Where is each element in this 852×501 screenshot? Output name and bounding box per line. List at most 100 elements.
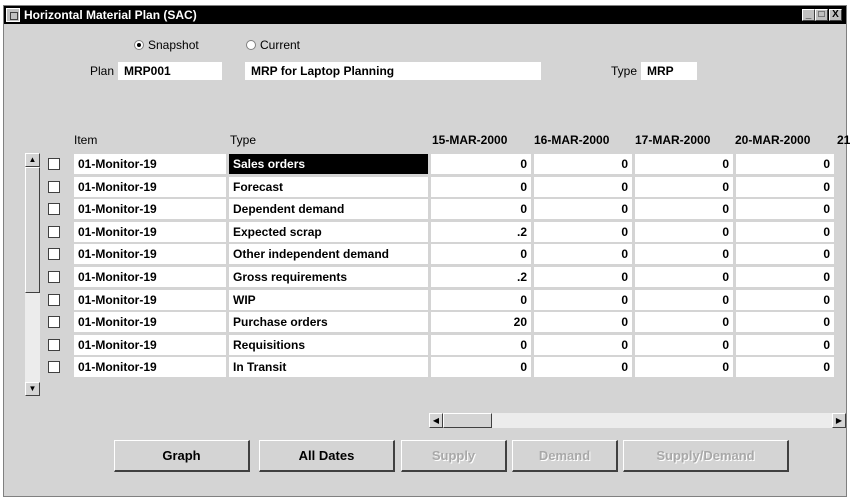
quantity-cell[interactable]: 0 (736, 289, 834, 310)
quantity-cell[interactable]: 0 (635, 244, 733, 265)
row-select-checkbox[interactable] (48, 158, 60, 170)
table-row[interactable]: 01-Monitor-19 Other independent demand 0 0 0… (4, 243, 846, 265)
quantity-cell[interactable]: 0 (635, 312, 733, 333)
current-radio-dot[interactable] (246, 40, 256, 50)
row-select-checkbox[interactable] (48, 225, 60, 238)
type-cell[interactable]: Gross requirements (229, 267, 428, 287)
close-icon[interactable]: X (829, 9, 842, 21)
quantity-cell[interactable]: 0 (635, 199, 733, 220)
table-row[interactable]: 01-Monitor-19 Dependent demand 0 0 0 0 (4, 198, 846, 220)
item-cell[interactable]: 01-Monitor-19 (74, 334, 226, 355)
quantity-cell[interactable]: 0 (736, 357, 834, 378)
quantity-cell[interactable]: 0 (534, 244, 632, 265)
supply-demand-button[interactable]: Supply/Demand (623, 440, 789, 472)
supply-button[interactable]: Supply (401, 440, 507, 472)
quantity-cell[interactable]: 0 (736, 312, 834, 333)
quantity-cell[interactable]: 0 (635, 176, 733, 197)
table-row[interactable]: 01-Monitor-19 In Transit 0 0 0 0 (4, 356, 846, 378)
item-cell[interactable]: 01-Monitor-19 (74, 154, 226, 174)
plan-description-field[interactable]: MRP for Laptop Planning (245, 62, 541, 80)
quantity-cell[interactable]: 0 (534, 267, 632, 287)
type-cell[interactable]: Requisitions (229, 334, 428, 355)
type-cell[interactable]: WIP (229, 289, 428, 310)
row-select-checkbox[interactable] (48, 361, 60, 374)
quantity-cell[interactable]: 0 (635, 357, 733, 378)
quantity-cell[interactable]: 0 (534, 334, 632, 355)
plan-field[interactable]: MRP001 (118, 62, 222, 80)
app-window-icon[interactable] (6, 8, 20, 22)
maximize-icon[interactable]: □ (815, 9, 828, 21)
quantity-cell[interactable]: 0 (431, 154, 531, 174)
row-select-checkbox[interactable] (48, 180, 60, 193)
quantity-cell[interactable]: 0 (635, 154, 733, 174)
item-cell[interactable]: 01-Monitor-19 (74, 244, 226, 265)
quantity-cell[interactable]: .2 (431, 267, 531, 287)
horizontal-scroll-thumb[interactable] (443, 413, 492, 428)
demand-button[interactable]: Demand (512, 440, 618, 472)
quantity-cell[interactable]: 0 (534, 357, 632, 378)
row-select-checkbox[interactable] (48, 338, 60, 351)
table-row[interactable]: 01-Monitor-19 Gross requirements .2 0 0 0 (4, 266, 846, 288)
type-field[interactable]: MRP (641, 62, 697, 80)
quantity-cell[interactable]: 0 (431, 199, 531, 220)
horizontal-scrollbar[interactable]: ◀ ▶ (429, 413, 846, 428)
quantity-cell[interactable]: 0 (635, 221, 733, 242)
item-cell[interactable]: 01-Monitor-19 (74, 357, 226, 378)
row-select-checkbox[interactable] (48, 203, 60, 216)
quantity-cell[interactable]: 0 (534, 312, 632, 333)
quantity-cell[interactable]: 0 (431, 357, 531, 378)
quantity-cell[interactable]: 0 (534, 199, 632, 220)
table-row[interactable]: 01-Monitor-19 Requisitions 0 0 0 0 (4, 334, 846, 356)
quantity-cell[interactable]: 0 (736, 176, 834, 197)
quantity-cell[interactable]: 20 (431, 312, 531, 333)
quantity-cell[interactable]: 0 (431, 244, 531, 265)
type-cell[interactable]: Forecast (229, 176, 428, 197)
table-row[interactable]: 01-Monitor-19 Sales orders 0 0 0 0 (4, 153, 846, 175)
scroll-down-icon[interactable]: ▼ (25, 382, 40, 396)
scroll-right-icon[interactable]: ▶ (832, 413, 846, 428)
graph-button[interactable]: Graph (114, 440, 250, 472)
quantity-cell[interactable]: 0 (431, 334, 531, 355)
type-cell[interactable]: Sales orders (229, 154, 428, 174)
table-row[interactable]: 01-Monitor-19 Purchase orders 20 0 0 0 (4, 311, 846, 333)
quantity-cell[interactable]: 0 (534, 176, 632, 197)
item-cell[interactable]: 01-Monitor-19 (74, 312, 226, 333)
all-dates-button[interactable]: All Dates (259, 440, 395, 472)
quantity-cell[interactable]: 0 (736, 334, 834, 355)
quantity-cell[interactable]: 0 (635, 267, 733, 287)
type-cell[interactable]: Expected scrap (229, 221, 428, 242)
quantity-cell[interactable]: 0 (736, 221, 834, 242)
type-cell[interactable]: Other independent demand (229, 244, 428, 265)
item-cell[interactable]: 01-Monitor-19 (74, 289, 226, 310)
quantity-cell[interactable]: 0 (635, 289, 733, 310)
type-cell[interactable]: Dependent demand (229, 199, 428, 220)
row-select-checkbox[interactable] (48, 293, 60, 306)
quantity-cell[interactable]: .2 (431, 221, 531, 242)
quantity-cell[interactable]: 0 (534, 221, 632, 242)
quantity-cell[interactable]: 0 (534, 289, 632, 310)
quantity-cell[interactable]: 0 (431, 176, 531, 197)
minimize-icon[interactable]: _ (802, 9, 815, 21)
item-cell[interactable]: 01-Monitor-19 (74, 199, 226, 220)
quantity-cell[interactable]: 0 (736, 199, 834, 220)
quantity-cell[interactable]: 0 (534, 154, 632, 174)
title-bar[interactable]: Horizontal Material Plan (SAC) _ □ X (4, 6, 846, 24)
type-cell[interactable]: In Transit (229, 357, 428, 378)
quantity-cell[interactable]: 0 (736, 244, 834, 265)
table-row[interactable]: 01-Monitor-19 Forecast 0 0 0 0 (4, 176, 846, 198)
item-cell[interactable]: 01-Monitor-19 (74, 221, 226, 242)
row-select-checkbox[interactable] (48, 271, 60, 283)
item-cell[interactable]: 01-Monitor-19 (74, 176, 226, 197)
table-row[interactable]: 01-Monitor-19 Expected scrap .2 0 0 0 (4, 221, 846, 243)
quantity-cell[interactable]: 0 (431, 289, 531, 310)
quantity-cell[interactable]: 0 (635, 334, 733, 355)
item-cell[interactable]: 01-Monitor-19 (74, 267, 226, 287)
quantity-cell[interactable]: 0 (736, 267, 834, 287)
snapshot-radio-dot[interactable] (134, 40, 144, 50)
scroll-left-icon[interactable]: ◀ (429, 413, 443, 428)
row-select-checkbox[interactable] (48, 248, 60, 261)
row-select-checkbox[interactable] (48, 316, 60, 329)
quantity-cell[interactable]: 0 (736, 154, 834, 174)
table-row[interactable]: 01-Monitor-19 WIP 0 0 0 0 (4, 289, 846, 311)
type-cell[interactable]: Purchase orders (229, 312, 428, 333)
